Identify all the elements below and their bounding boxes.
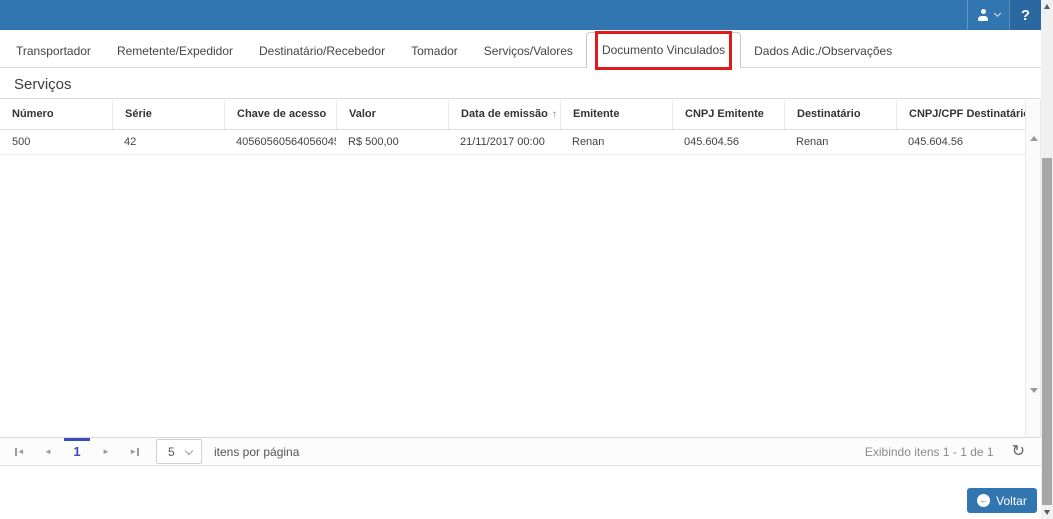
click-highlight-box: Documento Vinculados — [594, 31, 733, 70]
column-header-valor[interactable]: Valor — [336, 100, 448, 129]
column-header-data-de-emissao[interactable]: Data de emissão ↑ — [448, 100, 560, 129]
pager-status-text: Exibindo itens 1 - 1 de 1 — [864, 444, 994, 459]
scroll-up-icon[interactable] — [1043, 4, 1050, 9]
tab-label: Destinatário/Recebedor — [259, 43, 386, 58]
tab-label: Tomador — [411, 43, 458, 58]
cell-chave-de-acesso: 40560560564056045640650... — [236, 136, 336, 148]
cell-serie: 42 — [124, 136, 137, 148]
section-header: Serviços — [0, 76, 1041, 99]
tab-label: Dados Adic./Observações — [754, 43, 893, 58]
tab-remetente-expedidor[interactable]: Remetente/Expedidor — [104, 36, 246, 68]
grid-header-row: Número Série Chave de acesso Valor Data … — [0, 100, 1025, 130]
tab-label: Serviços/Valores — [483, 43, 573, 58]
page-size-select[interactable]: 5 — [156, 439, 202, 464]
app-window: ? Transportador Remetente/Expedidor Dest… — [0, 0, 1053, 519]
cell-valor: R$ 500,00 — [348, 136, 399, 148]
scroll-down-icon[interactable] — [1043, 510, 1050, 515]
tab-dados-adic-observacoes[interactable]: Dados Adic./Observações — [741, 36, 905, 68]
table-row[interactable]: 500 42 40560560564056045640650... R$ 500… — [0, 130, 1025, 155]
chevron-down-icon — [184, 446, 194, 456]
previous-page-button[interactable]: ◄ — [36, 440, 60, 464]
cell-cnpj-cpf-destinatario: 045.604.56 — [908, 136, 964, 148]
tab-documento-vinculados[interactable]: Documento Vinculados — [585, 31, 742, 70]
chevron-down-icon — [993, 9, 1002, 18]
user-icon — [977, 9, 989, 21]
column-header-destinatario[interactable]: Destinatário — [784, 100, 896, 129]
last-page-button[interactable]: ► — [122, 440, 146, 464]
tab-label: Transportador — [16, 43, 91, 58]
back-icon: ← — [977, 494, 991, 507]
column-header-serie[interactable]: Série — [112, 100, 224, 129]
page-title: Serviços — [14, 76, 72, 93]
grid-scrollbar[interactable] — [1025, 100, 1041, 437]
servicos-grid: Número Série Chave de acesso Valor Data … — [0, 100, 1041, 466]
scroll-up-icon[interactable] — [1030, 136, 1038, 141]
refresh-icon[interactable]: ↻ — [1012, 443, 1025, 460]
help-icon: ? — [1020, 6, 1031, 24]
grid-pager: ◄ ◄ 1 ► ► 5 itens por página Exibindo it… — [0, 437, 1041, 466]
tab-servicos-valores[interactable]: Serviços/Valores — [471, 36, 586, 68]
page-size-value: 5 — [168, 444, 175, 459]
page-number-button[interactable]: 1 — [64, 440, 90, 464]
column-header-numero[interactable]: Número — [0, 100, 112, 129]
cell-emitente: Renan — [572, 136, 605, 148]
page-scrollbar[interactable] — [1041, 0, 1053, 519]
previous-page-icon: ◄ — [44, 446, 52, 456]
column-header-cnpj-cpf-destinatario[interactable]: CNPJ/CPF Destinatário — [896, 100, 1025, 129]
first-page-button[interactable]: ◄ — [8, 440, 32, 464]
help-button[interactable]: ? — [1009, 0, 1041, 30]
cell-data-de-emissao: 21/11/2017 00:00 — [460, 136, 545, 148]
cell-cnpj-emitente: 045.604.56 — [684, 136, 740, 148]
tab-strip: Transportador Remetente/Expedidor Destin… — [0, 31, 1041, 70]
cell-numero: 500 — [12, 136, 31, 148]
divider — [0, 98, 1041, 99]
tab-label: Documento Vinculados — [601, 43, 726, 57]
grid-body: 500 42 40560560564056045640650... R$ 500… — [0, 130, 1025, 437]
voltar-button-label: Voltar — [996, 493, 1027, 508]
topbar: ? — [0, 0, 1041, 30]
sort-ascending-icon: ↑ — [551, 109, 557, 120]
next-page-icon: ► — [102, 446, 110, 456]
voltar-button[interactable]: ← Voltar — [967, 488, 1037, 513]
scroll-down-icon[interactable] — [1030, 388, 1038, 393]
tab-tomador[interactable]: Tomador — [398, 36, 471, 68]
last-page-icon: ► — [129, 446, 139, 456]
tab-label: Remetente/Expedidor — [116, 43, 234, 58]
column-header-chave-de-acesso[interactable]: Chave de acesso — [224, 100, 336, 129]
next-page-button[interactable]: ► — [94, 440, 118, 464]
tab-transportador[interactable]: Transportador — [3, 36, 104, 68]
scrollbar-thumb[interactable] — [1042, 158, 1052, 505]
tab-destinatario-recebedor[interactable]: Destinatário/Recebedor — [246, 36, 398, 68]
selected-page-indicator — [64, 438, 90, 441]
column-header-cnpj-emitente[interactable]: CNPJ Emitente — [672, 100, 784, 129]
page-size-label: itens por página — [214, 444, 300, 459]
column-header-label: Data de emissão — [461, 108, 548, 120]
column-header-emitente[interactable]: Emitente — [560, 100, 672, 129]
user-menu-button[interactable] — [967, 0, 1009, 30]
cell-destinatario: Renan — [796, 136, 829, 148]
first-page-icon: ◄ — [15, 446, 25, 456]
